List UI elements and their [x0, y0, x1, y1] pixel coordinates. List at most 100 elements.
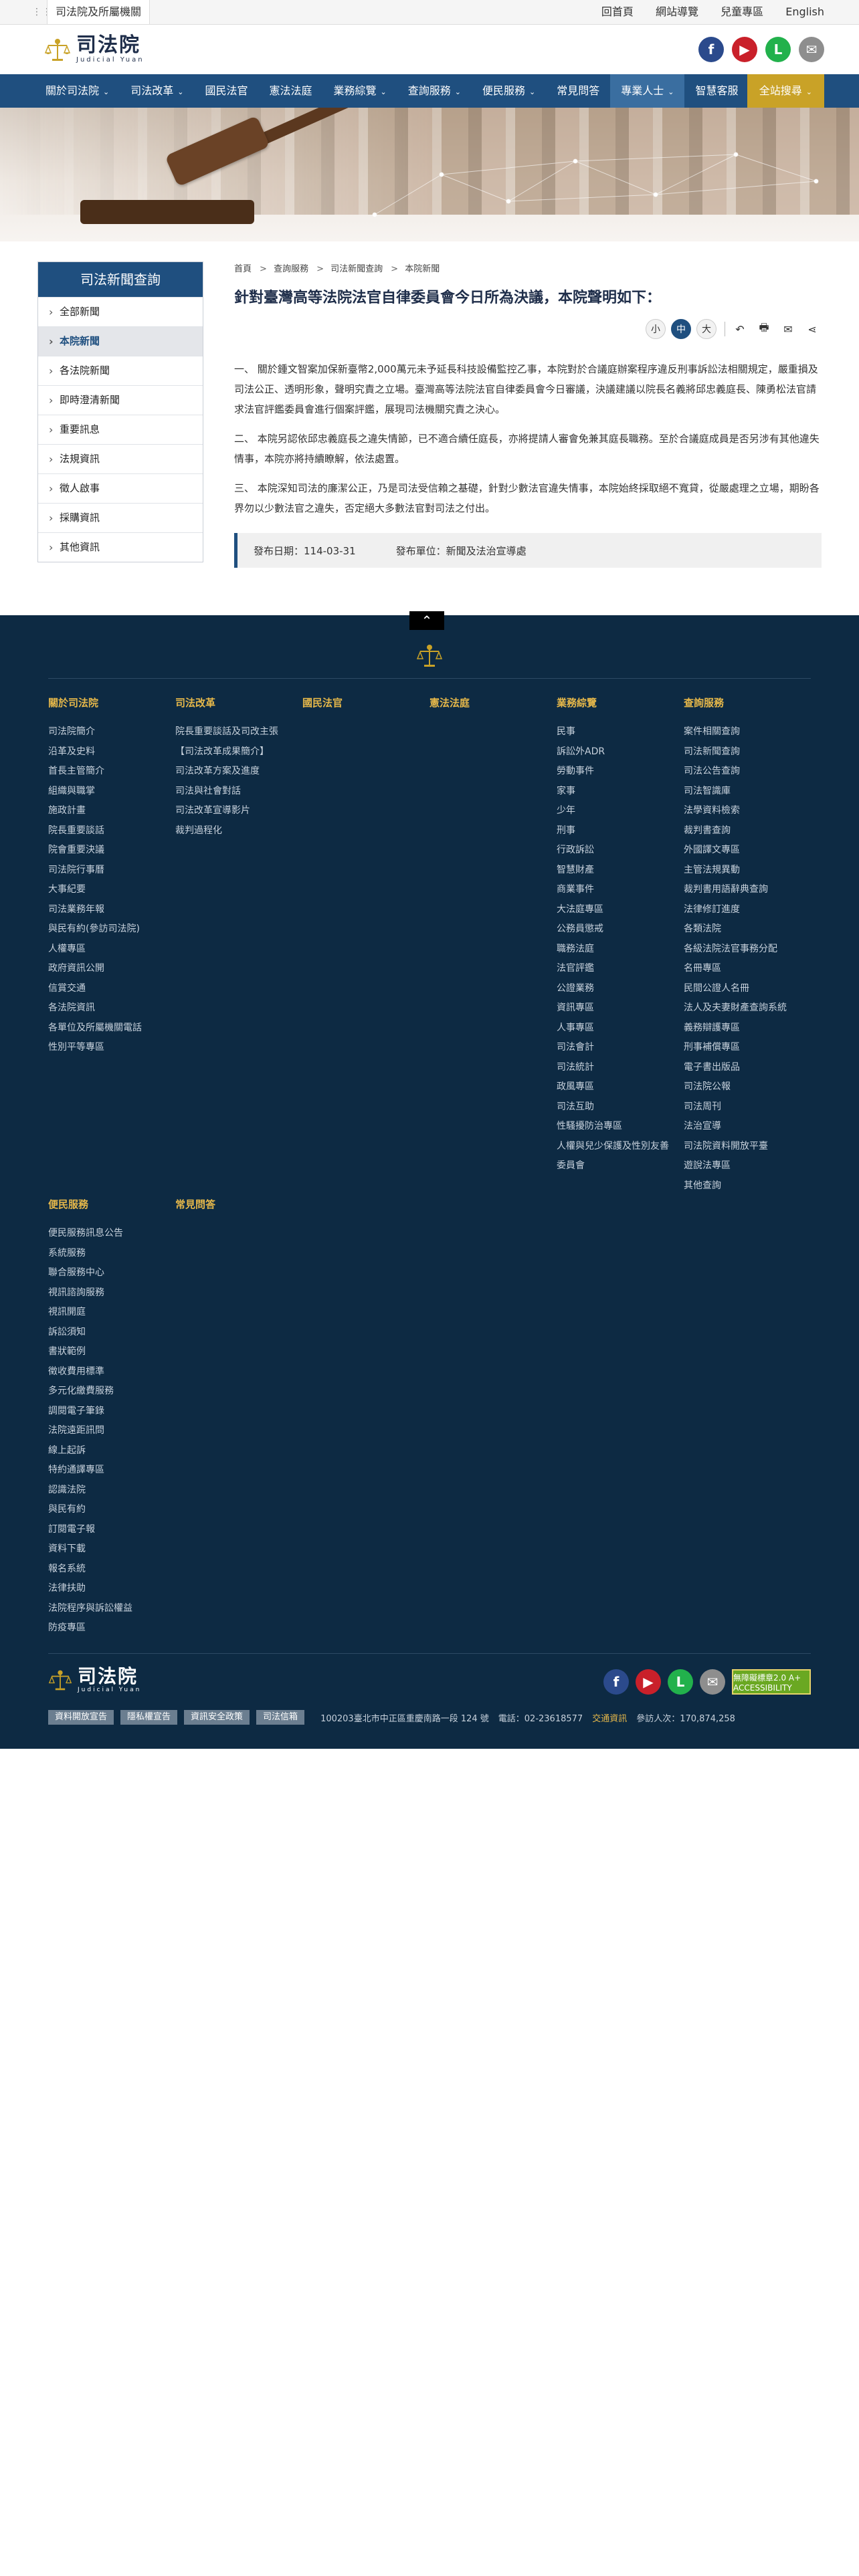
footer-column-heading[interactable]: 查詢服務 — [684, 695, 804, 710]
footer-link[interactable]: 資料下載 — [48, 1539, 169, 1560]
footer-link[interactable]: 裁判書用語辭典查詢 — [684, 880, 804, 900]
footer-link[interactable]: 法治宣導 — [684, 1117, 804, 1137]
footer-link[interactable]: 法律扶助 — [48, 1579, 169, 1599]
site-search-button[interactable]: 全站搜尋 ⌄ — [747, 74, 824, 108]
footer-link[interactable]: 性別平等專區 — [48, 1038, 169, 1058]
sidebar-item-clarifications[interactable]: 即時澄清新聞 — [38, 385, 203, 415]
footer-link[interactable]: 院長重要談話 — [48, 821, 169, 841]
footer-column-heading[interactable]: 司法改革 — [175, 695, 296, 710]
footer-link[interactable]: 人權與兒少保護及性別友善委員會 — [557, 1137, 677, 1176]
footer-link[interactable]: 視訊開庭 — [48, 1303, 169, 1323]
sidebar-item-regulations[interactable]: 法規資訊 — [38, 444, 203, 473]
footer-link[interactable]: 與民有約 — [48, 1500, 169, 1520]
font-size-small-button[interactable]: 小 — [646, 319, 666, 339]
footer-link[interactable]: 組織與職掌 — [48, 782, 169, 802]
footer-link[interactable]: 義務辯護專區 — [684, 1018, 804, 1039]
footer-link[interactable]: 電子書出版品 — [684, 1058, 804, 1078]
footer-link[interactable]: 案件相關查詢 — [684, 722, 804, 742]
nav-services[interactable]: 便民服務 ⌄ — [472, 74, 546, 108]
footer-link[interactable]: 刑事補償專區 — [684, 1038, 804, 1058]
traffic-info-link[interactable]: 交通資訊 — [592, 1711, 627, 1724]
footer-column-heading[interactable]: 憲法法庭 — [430, 695, 550, 710]
footer-link[interactable]: 主管法規異動 — [684, 861, 804, 881]
breadcrumb-home[interactable]: 首頁 — [234, 264, 252, 274]
footer-link[interactable]: 認識法院 — [48, 1481, 169, 1501]
footer-link[interactable]: 司法公告查詢 — [684, 762, 804, 782]
nav-professionals[interactable]: 專業人士 ⌄ — [610, 74, 685, 108]
open-data-button[interactable]: 資料開放宣告 — [48, 1710, 114, 1725]
footer-link[interactable]: 公務員懲戒 — [557, 920, 677, 940]
print-icon[interactable]: 🖶 — [755, 320, 773, 338]
facebook-icon[interactable]: f — [603, 1669, 629, 1695]
top-link-english[interactable]: English — [785, 5, 824, 18]
sidebar-item-important[interactable]: 重要訊息 — [38, 415, 203, 444]
accessibility-badge[interactable]: 無障礙標章2.0 A+ ACCESSIBILITY — [732, 1669, 811, 1695]
footer-link[interactable]: 人權專區 — [48, 940, 169, 960]
chevron-up-icon[interactable]: ⌃ — [409, 611, 444, 630]
footer-column-heading[interactable]: 國民法官 — [302, 695, 423, 710]
youtube-icon[interactable]: ▶ — [636, 1669, 661, 1695]
footer-link[interactable]: 法律修訂進度 — [684, 900, 804, 920]
nav-about[interactable]: 關於司法院 ⌄ — [35, 74, 120, 108]
footer-link[interactable]: 商業事件 — [557, 880, 677, 900]
footer-logo[interactable]: 司法院 Judicial Yuan — [48, 1667, 141, 1693]
footer-link[interactable]: 報名系統 — [48, 1560, 169, 1580]
footer-link[interactable]: 民事 — [557, 722, 677, 742]
footer-link[interactable]: 司法改革宣導影片 — [175, 801, 296, 821]
footer-link[interactable]: 司法會計 — [557, 1038, 677, 1058]
footer-link[interactable]: 大事紀要 — [48, 880, 169, 900]
footer-link[interactable]: 防疫專區 — [48, 1618, 169, 1638]
footer-link[interactable]: 各級法院法官事務分配 — [684, 940, 804, 960]
sidebar-item-recruitment[interactable]: 徵人啟事 — [38, 473, 203, 503]
footer-link[interactable]: 家事 — [557, 782, 677, 802]
footer-link[interactable]: 智慧財產 — [557, 861, 677, 881]
top-link-sitemap[interactable]: 網站導覽 — [656, 5, 698, 18]
footer-link[interactable]: 司法改革方案及進度 — [175, 762, 296, 782]
footer-column-heading[interactable]: 關於司法院 — [48, 695, 169, 710]
line-icon[interactable]: L — [765, 37, 791, 62]
footer-link[interactable]: 遊說法專區 — [684, 1156, 804, 1176]
nav-query[interactable]: 查詢服務 ⌄ — [397, 74, 472, 108]
footer-link[interactable]: 司法統計 — [557, 1058, 677, 1078]
footer-column-heading[interactable]: 常見問答 — [175, 1197, 296, 1212]
font-size-medium-button[interactable]: 中 — [671, 319, 691, 339]
mail-icon[interactable]: ✉ — [700, 1669, 725, 1695]
sidebar-item-procurement[interactable]: 採購資訊 — [38, 503, 203, 532]
mail-icon[interactable]: ✉ — [799, 37, 824, 62]
footer-link[interactable]: 司法院簡介 — [48, 722, 169, 742]
footer-link[interactable]: 書狀範例 — [48, 1342, 169, 1362]
footer-link[interactable]: 司法智識庫 — [684, 782, 804, 802]
footer-link[interactable]: 法官評鑑 — [557, 959, 677, 979]
top-link-kids[interactable]: 兒童專區 — [721, 5, 763, 18]
sidebar-item-all-news[interactable]: 全部新聞 — [38, 297, 203, 326]
footer-link[interactable]: 與民有約(參訪司法院) — [48, 920, 169, 940]
breadcrumb-news-query[interactable]: 司法新聞查詢 — [330, 264, 383, 274]
back-icon[interactable]: ↶ — [731, 320, 749, 338]
footer-link[interactable]: 司法院行事曆 — [48, 861, 169, 881]
footer-link[interactable]: 行政訴訟 — [557, 841, 677, 861]
footer-link[interactable]: 信賞交通 — [48, 979, 169, 999]
nav-faq[interactable]: 常見問答 — [546, 74, 610, 108]
footer-link[interactable]: 施政計畫 — [48, 801, 169, 821]
font-size-large-button[interactable]: 大 — [696, 319, 717, 339]
nav-business[interactable]: 業務綜覽 ⌄ — [323, 74, 397, 108]
youtube-icon[interactable]: ▶ — [732, 37, 757, 62]
footer-link[interactable]: 多元化繳費服務 — [48, 1382, 169, 1402]
footer-link[interactable]: 大法庭專區 — [557, 900, 677, 920]
footer-link[interactable]: 便民服務訊息公告 — [48, 1224, 169, 1244]
footer-link[interactable]: 政風專區 — [557, 1077, 677, 1097]
footer-link[interactable]: 司法周刊 — [684, 1097, 804, 1117]
footer-link[interactable]: 系統服務 — [48, 1244, 169, 1264]
footer-link[interactable]: 其他查詢 — [684, 1176, 804, 1196]
nav-smart-service[interactable]: 智慧客服 — [684, 74, 749, 108]
footer-link[interactable]: 民間公證人名冊 — [684, 979, 804, 999]
footer-column-heading[interactable]: 業務綜覽 — [557, 695, 677, 710]
footer-link[interactable]: 【司法改革成果簡介】 — [175, 742, 296, 762]
footer-link[interactable]: 線上起訴 — [48, 1441, 169, 1461]
footer-link[interactable]: 法院遠距訊問 — [48, 1421, 169, 1441]
mail-icon[interactable]: ✉ — [779, 320, 797, 338]
footer-link[interactable]: 首長主管簡介 — [48, 762, 169, 782]
footer-link[interactable]: 司法業務年報 — [48, 900, 169, 920]
site-logo[interactable]: 司法院 Judicial Yuan — [44, 34, 145, 65]
footer-link[interactable]: 少年 — [557, 801, 677, 821]
